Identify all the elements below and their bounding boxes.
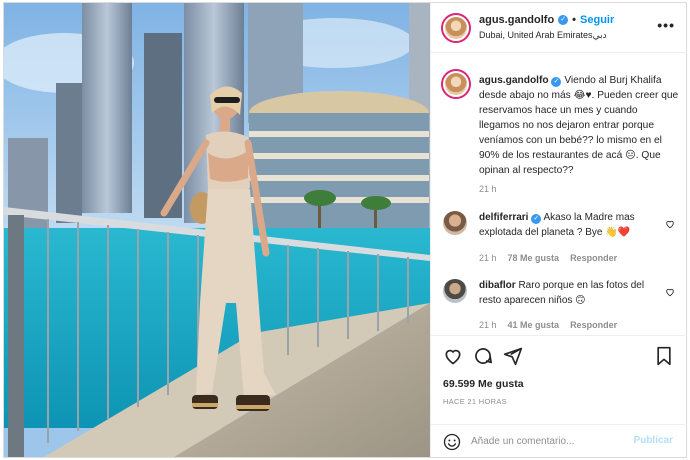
instagram-post: agus.gandolfo ✓ • Seguir Dubai, United A… xyxy=(3,2,687,458)
comment-username[interactable]: delfiferrari xyxy=(479,212,528,223)
comment-meta: 21 h 41 Me gusta Responder xyxy=(479,320,617,330)
comment-like-icon[interactable] xyxy=(665,219,675,229)
post-photo-scene xyxy=(4,3,430,457)
bookmark-icon[interactable] xyxy=(655,346,673,366)
reply-button[interactable]: Responder xyxy=(570,253,617,263)
comment-time[interactable]: 21 h xyxy=(479,320,497,330)
verified-badge-icon: ✓ xyxy=(551,77,562,87)
verified-badge-icon: ✓ xyxy=(558,15,569,25)
comment-likes[interactable]: 41 Me gusta xyxy=(508,320,560,330)
publish-button[interactable]: Publicar xyxy=(634,435,673,446)
share-icon[interactable] xyxy=(503,346,523,366)
likes-count[interactable]: 69.599 Me gusta xyxy=(443,378,524,390)
author-avatar[interactable] xyxy=(441,13,471,43)
comment-username[interactable]: dibaflor xyxy=(479,280,516,291)
emoji-icon[interactable] xyxy=(443,433,461,451)
more-options-icon[interactable]: ••• xyxy=(657,17,675,33)
post-caption: agus.gandolfo ✓ Viendo al Burj Khalifa d… xyxy=(479,73,679,178)
comment-likes[interactable]: 78 Me gusta xyxy=(508,253,560,263)
heart-icon[interactable] xyxy=(443,346,463,366)
post-header: agus.gandolfo ✓ • Seguir Dubai, United A… xyxy=(431,3,687,53)
caption-username[interactable]: agus.gandolfo xyxy=(479,75,549,86)
comment-meta: 21 h 78 Me gusta Responder xyxy=(479,253,617,263)
post-location[interactable]: Dubai, United Arab Emiratesدبي xyxy=(479,30,607,41)
comment-time[interactable]: 21 h xyxy=(479,253,497,263)
follow-button[interactable]: Seguir xyxy=(580,14,614,26)
separator-dot: • xyxy=(572,14,577,26)
author-username[interactable]: agus.gandolfo xyxy=(479,14,554,26)
caption-timestamp[interactable]: 21 h xyxy=(479,184,497,194)
comment-body: dibaflor Raro porque en las fotos del re… xyxy=(479,279,659,308)
caption-author-avatar[interactable] xyxy=(441,69,471,99)
post-photo[interactable] xyxy=(4,3,430,457)
comment-body: delfiferrari ✓ Akaso la Madre mas explot… xyxy=(479,211,659,240)
author-line: agus.gandolfo ✓ • Seguir xyxy=(479,14,614,26)
comment-like-icon[interactable] xyxy=(665,287,675,297)
add-comment-bar: Publicar xyxy=(431,424,687,458)
action-icons xyxy=(443,346,523,366)
post-details-panel: agus.gandolfo ✓ • Seguir Dubai, United A… xyxy=(430,3,687,457)
comment-icon[interactable] xyxy=(473,346,493,366)
caption-text: Viendo al Burj Khalifa desde abajo no má… xyxy=(479,75,679,176)
commenter-avatar[interactable] xyxy=(443,279,467,303)
comment-input[interactable] xyxy=(471,431,621,451)
reply-button[interactable]: Responder xyxy=(570,320,617,330)
commenter-avatar[interactable] xyxy=(443,211,467,235)
post-actions-section: 69.599 Me gusta HACE 21 HORAS Publicar xyxy=(431,335,687,457)
post-age[interactable]: HACE 21 HORAS xyxy=(443,397,507,406)
verified-badge-icon: ✓ xyxy=(531,214,542,224)
